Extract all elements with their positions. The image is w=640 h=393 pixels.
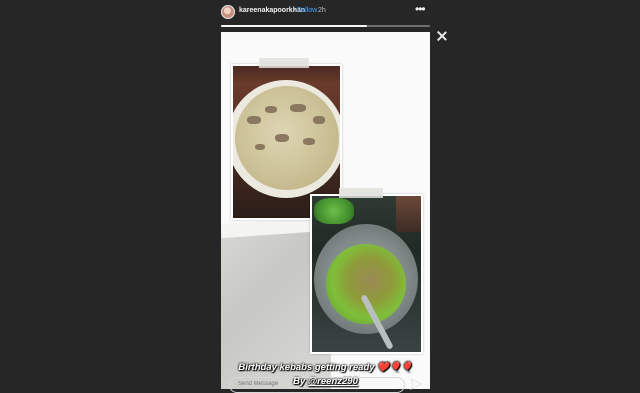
story-caption: Birthday kebabs getting ready ❤️🎈🎈 — [238, 362, 413, 373]
separator-dot: • — [293, 7, 296, 14]
story-frame[interactable]: Birthday kebabs getting ready ❤️🎈🎈 By @r… — [221, 32, 430, 389]
reply-bar[interactable] — [229, 377, 405, 393]
avatar[interactable] — [221, 5, 235, 19]
close-icon[interactable] — [436, 30, 448, 42]
kebab-mixture — [326, 244, 406, 324]
more-options-icon[interactable]: ••• — [415, 2, 426, 16]
tape-strip — [259, 58, 309, 68]
story-progress-fill — [221, 25, 368, 27]
story-progress-bar — [221, 25, 430, 27]
kebab-mix-photo — [310, 194, 423, 354]
post-time: 2h — [318, 7, 326, 14]
send-message-input[interactable] — [238, 381, 388, 387]
kebab-mix-image — [312, 196, 421, 352]
follow-button[interactable]: Follow — [297, 7, 317, 14]
send-icon[interactable] — [410, 378, 422, 390]
tray — [396, 196, 421, 232]
curry — [235, 86, 339, 190]
greens — [314, 198, 354, 224]
tape-strip — [339, 188, 383, 198]
